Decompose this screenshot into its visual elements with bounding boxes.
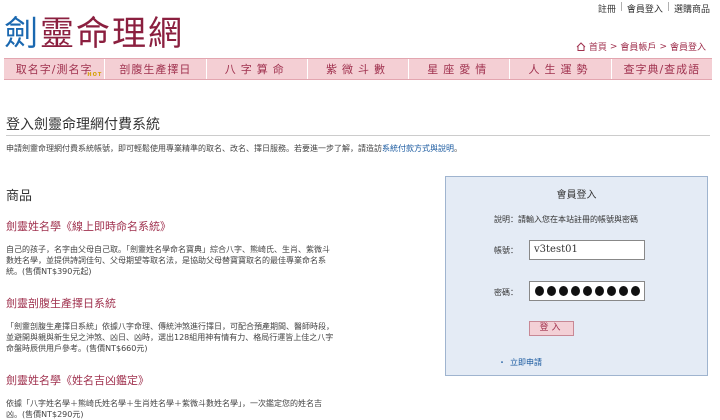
password-mask-dot	[535, 286, 544, 296]
product-item: 劍靈姓名學《姓名吉凶鑑定》 依據「八字姓名學＋熊崎氏姓名學＋生肖姓名學＋紫微斗數…	[6, 372, 336, 420]
nav-item-label: 星座愛情	[427, 63, 492, 76]
intro-suffix: 。	[454, 144, 462, 153]
top-links: 註冊 | 會員登入 | 選購商品	[598, 2, 710, 15]
nav-item-fortune[interactable]: 人生運勢	[510, 59, 612, 79]
password-mask-dot	[631, 286, 640, 296]
password-mask-dot	[583, 286, 592, 296]
login-button[interactable]: 登入	[529, 321, 574, 336]
password-mask-dot	[559, 286, 568, 296]
breadcrumb-current: 會員登入	[669, 43, 706, 53]
password-label: 密碼：	[494, 288, 518, 297]
selected-products-link[interactable]: 選購商品	[674, 2, 710, 15]
logo-char: 網	[148, 14, 184, 54]
nav-item-cesarean-date[interactable]: 剖腹生產擇日	[105, 59, 207, 79]
password-input[interactable]	[529, 281, 645, 301]
breadcrumb: 首頁 > 會員帳戶 > 會員登入	[576, 40, 706, 53]
nav-item-bazi[interactable]: 八字算命	[207, 59, 308, 79]
nav-item-label: 八字算命	[224, 63, 289, 76]
login-title: 會員登入	[556, 190, 597, 201]
hot-badge: HOT	[87, 72, 103, 78]
product-item: 劍靈剖腹生產擇日系統 「劍靈剖腹生產擇日系統」依據八字命理、傳統沖煞進行擇日，可…	[6, 295, 336, 354]
password-mask-dot	[595, 286, 604, 296]
product-title-link[interactable]: 劍靈剖腹生產擇日系統	[6, 295, 336, 311]
username-input[interactable]: v3test01	[529, 240, 645, 260]
password-mask-dot	[619, 286, 628, 296]
member-login-link[interactable]: 會員登入	[627, 2, 663, 15]
nav-item-label: 紫微斗數	[325, 63, 390, 76]
site-logo[interactable]: 劍 靈 命 理 網	[4, 14, 184, 54]
product-description: 「劍靈剖腹生產擇日系統」依據八字命理、傳統沖煞進行擇日，可配合預產期間、醫師時段…	[6, 322, 334, 353]
logo-char: 靈	[40, 14, 76, 54]
login-hint: 說明：請輸入您在本站註冊的帳號與密碼	[494, 215, 638, 224]
nav-item-label: 人生運勢	[528, 63, 593, 76]
products-heading: 商品	[6, 189, 33, 204]
password-mask-dot	[571, 286, 580, 296]
home-icon	[576, 42, 586, 51]
top-link-separator: |	[619, 2, 623, 12]
breadcrumb-separator: >	[609, 41, 618, 52]
register-link[interactable]: 註冊	[598, 2, 616, 15]
main-nav: 取名字/測名字 HOT 剖腹生產擇日 八字算命 紫微斗數 星座愛情 人生運勢 查…	[4, 58, 712, 80]
username-label: 帳號：	[494, 246, 518, 255]
bullet-icon: ・	[498, 358, 506, 367]
nav-item-naming[interactable]: 取名字/測名字 HOT	[4, 59, 106, 79]
nav-item-horoscope[interactable]: 星座愛情	[409, 59, 511, 79]
breadcrumb-separator: >	[659, 41, 667, 52]
logo-char: 命	[76, 14, 112, 54]
title-divider	[6, 135, 710, 136]
intro-text: 申請劍靈命理網付費系統帳號，即可輕鬆使用專業精準的取名、改名、擇日服務。若要進一…	[6, 143, 462, 154]
password-mask-dot	[607, 286, 616, 296]
register-now-link[interactable]: 立即申請	[510, 357, 542, 368]
logo-char: 理	[112, 14, 148, 54]
intro-prefix: 申請劍靈命理網付費系統帳號，即可輕鬆使用專業精準的取名、改名、擇日服務。若要進一…	[6, 144, 382, 153]
payment-info-link[interactable]: 系統付款方式與說明	[382, 144, 454, 153]
nav-item-label: 取名字/測名字	[15, 63, 93, 76]
product-title-link[interactable]: 劍靈姓名學《線上即時命名系統》	[6, 218, 336, 234]
breadcrumb-home[interactable]: 首頁	[589, 40, 607, 53]
register-now[interactable]: ・ 立即申請	[498, 357, 542, 368]
nav-item-ziwei[interactable]: 紫微斗數	[308, 59, 410, 79]
top-link-separator: |	[666, 2, 670, 12]
product-item: 劍靈姓名學《線上即時命名系統》 自己的孩子，名字由父母自己取。「劍靈姓名學命名寶…	[6, 218, 336, 277]
product-description: 自己的孩子，名字由父母自己取。「劍靈姓名學命名寶典」綜合八字、熊崎氏、生肖、紫微…	[6, 245, 330, 276]
login-panel: 會員登入 說明：請輸入您在本站註冊的帳號與密碼 帳號： v3test01 密碼：…	[445, 176, 708, 376]
nav-item-dictionary[interactable]: 查字典/查成語	[612, 59, 712, 79]
password-mask-dot	[547, 286, 556, 296]
breadcrumb-account[interactable]: 會員帳戶	[620, 40, 656, 53]
logo-char: 劍	[4, 14, 40, 54]
nav-item-label: 剖腹生產擇日	[119, 63, 192, 76]
product-description: 依據「八字姓名學＋熊崎氏姓名學＋生肖姓名學＋紫微斗數姓名學」，一次鑑定您的姓名吉…	[6, 399, 322, 419]
nav-item-label: 查字典/查成語	[623, 63, 701, 76]
product-title-link[interactable]: 劍靈姓名學《姓名吉凶鑑定》	[6, 372, 336, 388]
page-title: 登入劍靈命理網付費系統	[6, 117, 160, 133]
